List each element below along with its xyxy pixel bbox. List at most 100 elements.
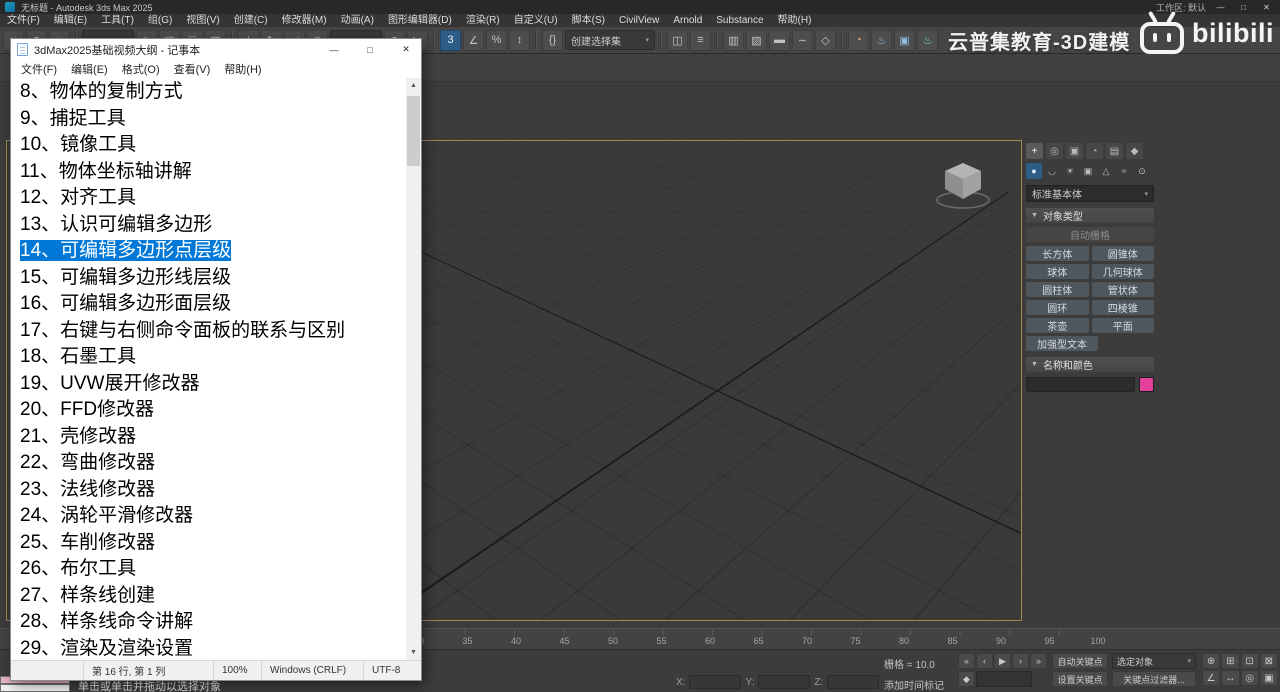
notepad-minimize-button[interactable]: — [319,39,349,60]
scrollbar-thumb[interactable] [407,96,420,166]
menubar-item[interactable]: 创建(C) [227,14,275,27]
object-color-swatch[interactable] [1139,377,1154,392]
object-type-button[interactable]: 圆锥体 [1091,246,1154,261]
notepad-menu-item[interactable]: 查看(V) [167,61,218,77]
maxscript-mini-listener[interactable] [0,684,70,692]
zoom-extents-all-icon[interactable]: ⊠ [1259,653,1278,669]
menubar-item[interactable]: 编辑(E) [47,14,94,27]
hierarchy-panel-tab[interactable]: ▣ [1066,143,1083,159]
notepad-window[interactable]: 3dMax2025基础视频大纲 - 记事本 — □ ✕ 文件(F) 编辑(E) … [10,38,422,681]
material-editor-icon[interactable]: ◔ [848,29,869,51]
menubar-item[interactable]: 修改器(M) [275,14,334,27]
notepad-text-area[interactable]: 8、物体的复制方式 9、捕捉工具 10、镜像工具 11、物体坐标轴讲解 12、对… [20,79,404,660]
object-type-button[interactable]: 球体 [1026,264,1089,279]
key-mode-toggle-icon[interactable]: ◆ [958,671,975,687]
create-panel-tab[interactable]: + [1026,143,1043,159]
ribbon-toggle-icon[interactable]: ▬ [769,29,790,51]
angle-snap-icon[interactable]: ∠ [463,29,484,51]
previous-frame-button[interactable]: ‹ [976,653,993,669]
go-to-end-button[interactable]: » [1030,653,1047,669]
primitive-type-dropdown[interactable]: 标准基本体 ▾ [1026,185,1154,202]
shapes-category-icon[interactable]: ◡ [1044,163,1060,179]
menubar-item[interactable]: 图形编辑器(D) [381,14,459,27]
auto-key-button[interactable]: 自动关键点 [1052,653,1108,669]
object-name-field[interactable] [1026,377,1135,392]
y-coord-field[interactable] [758,675,811,689]
maximize-button[interactable]: □ [1235,3,1252,12]
notepad-menu-item[interactable]: 帮助(H) [217,61,268,77]
zoom-icon[interactable]: ⊕ [1202,653,1221,669]
autogrid-toggle[interactable]: 自动栅格 [1026,227,1154,242]
motion-panel-tab[interactable]: ◔ [1086,143,1103,159]
selected-mode-dropdown[interactable]: 选定对象 ▾ [1112,653,1196,669]
notepad-menu-item[interactable]: 格式(O) [115,61,167,77]
object-type-button[interactable]: 圆柱体 [1026,282,1089,297]
field-of-view-icon[interactable]: ∠ [1202,670,1221,686]
next-frame-button[interactable]: › [1012,653,1029,669]
viewcube[interactable] [933,155,993,215]
render-production-icon[interactable]: ♨ [917,29,938,51]
notepad-titlebar[interactable]: 3dMax2025基础视频大纲 - 记事本 — □ ✕ [11,39,421,60]
menubar-item[interactable]: 帮助(H) [771,14,819,27]
notepad-menu-item[interactable]: 文件(F) [14,61,64,77]
max-logo-icon[interactable] [5,2,15,12]
object-type-button[interactable]: 茶壶 [1026,318,1089,333]
object-type-rollout-header[interactable]: ▼ 对象类型 [1026,208,1154,223]
notepad-maximize-button[interactable]: □ [355,39,385,60]
menubar-item[interactable]: 脚本(S) [565,14,612,27]
play-animation-button[interactable]: ▶ [994,653,1011,669]
object-type-button[interactable]: 管状体 [1091,282,1154,297]
render-setup-icon[interactable]: ♨ [871,29,892,51]
cameras-category-icon[interactable]: ▣ [1080,163,1096,179]
space-warps-category-icon[interactable]: ≈ [1116,163,1132,179]
notepad-close-button[interactable]: ✕ [391,39,421,60]
scroll-up-icon[interactable]: ▲ [406,78,421,93]
snaps-toggle-3d-icon[interactable]: 3 [440,29,461,51]
object-type-button[interactable]: 四棱锥 [1091,300,1154,315]
orbit-icon[interactable]: ◎ [1240,670,1259,686]
menubar-item[interactable]: 动画(A) [334,14,381,27]
object-type-button[interactable]: 长方体 [1026,246,1089,261]
current-frame-field[interactable] [976,671,1032,687]
scene-explorer-icon[interactable]: ▥ [723,29,744,51]
object-type-button[interactable]: 圆环 [1026,300,1089,315]
rendered-frame-window-icon[interactable]: ▣ [894,29,915,51]
key-filters-button[interactable]: 关键点过滤器... [1112,671,1196,687]
percent-snap-icon[interactable]: % [486,29,507,51]
systems-category-icon[interactable]: ⊙ [1134,163,1150,179]
go-to-start-button[interactable]: « [958,653,975,669]
schematic-view-icon[interactable]: ◇ [815,29,836,51]
curve-editor-icon[interactable]: ∼ [792,29,813,51]
z-coord-field[interactable] [827,675,880,689]
menubar-item[interactable]: 工具(T) [94,14,141,27]
textplus-button[interactable]: 加强型文本 [1026,336,1098,351]
name-color-rollout-header[interactable]: ▼ 名称和颜色 [1026,357,1154,372]
helpers-category-icon[interactable]: △ [1098,163,1114,179]
close-button[interactable]: ✕ [1258,3,1275,12]
zoom-extents-icon[interactable]: ⊡ [1240,653,1259,669]
align-icon[interactable]: ≡ [690,29,711,51]
x-coord-field[interactable] [689,675,742,689]
menubar-item[interactable]: Substance [709,14,770,27]
menubar-item[interactable]: Arnold [666,14,709,27]
lights-category-icon[interactable]: ☀ [1062,163,1078,179]
pan-icon[interactable]: ↔ [1221,670,1240,686]
notepad-menu-item[interactable]: 编辑(E) [64,61,115,77]
object-type-button[interactable]: 平面 [1091,318,1154,333]
object-type-button[interactable]: 几何球体 [1091,264,1154,279]
scroll-down-icon[interactable]: ▼ [406,645,421,660]
menubar-item[interactable]: 视图(V) [179,14,226,27]
utilities-panel-tab[interactable]: ◆ [1126,143,1143,159]
geometry-category-icon[interactable]: ● [1026,163,1042,179]
named-selection-sets-dropdown[interactable]: 创建选择集 ▾ [565,30,655,50]
notepad-scrollbar[interactable]: ▲ ▼ [406,78,421,660]
spinner-snap-icon[interactable]: ↕ [509,29,530,51]
edit-named-selection-sets-icon[interactable]: {} [542,29,563,51]
add-time-tag[interactable]: 添加时间标记 [884,677,944,692]
zoom-level[interactable]: 100% [213,661,261,680]
layer-explorer-icon[interactable]: ▧ [746,29,767,51]
zoom-all-icon[interactable]: ⊞ [1221,653,1240,669]
menubar-item[interactable]: 渲染(R) [459,14,507,27]
menubar-item[interactable]: CivilView [612,14,666,27]
menubar-item[interactable]: 组(G) [141,14,179,27]
